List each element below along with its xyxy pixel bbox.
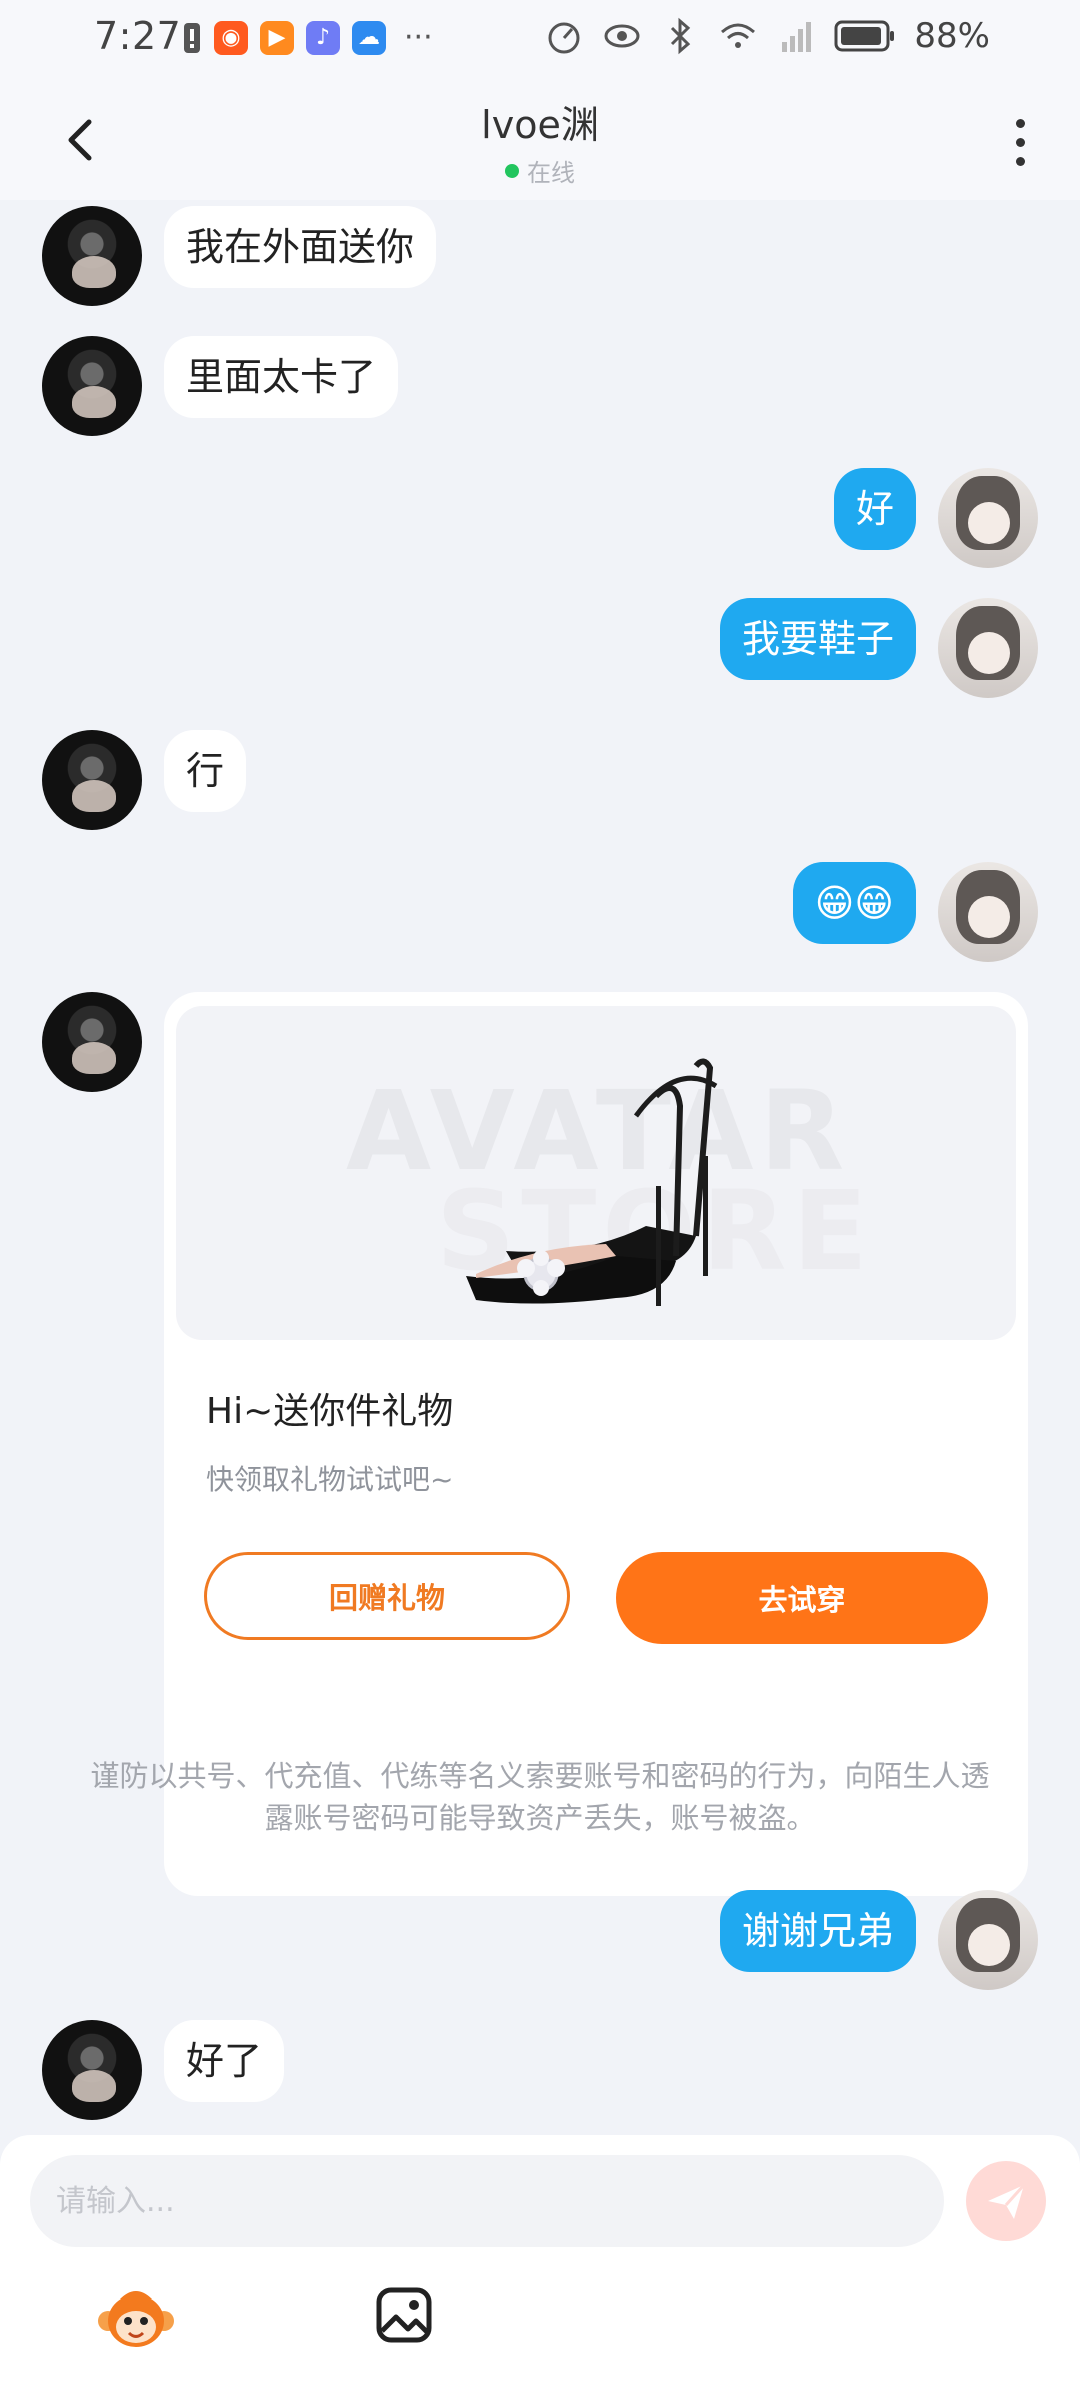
- contact-avatar[interactable]: [42, 2020, 142, 2120]
- my-avatar[interactable]: [938, 862, 1038, 962]
- status-time: 7:27: [94, 14, 182, 58]
- high-heel-shoes-image: [466, 1058, 718, 1306]
- bluetooth-icon: [671, 17, 691, 55]
- battery-icon: [834, 20, 895, 52]
- signal-icon: [782, 22, 812, 52]
- my-avatar[interactable]: [938, 468, 1038, 568]
- contact-avatar[interactable]: [42, 992, 142, 1092]
- gift-title: Hi~送你件礼物: [206, 1391, 454, 1432]
- status-bar: 7:27 ◉ ▶ ♪ ☁ ··· 88%: [0, 0, 1080, 80]
- chat-title: lvoe渊 在线: [0, 94, 1080, 188]
- send-button[interactable]: [966, 2161, 1046, 2241]
- more-dot: [1015, 118, 1025, 128]
- alert-icon: [184, 22, 200, 53]
- outgoing-message[interactable]: 😁😁: [792, 862, 916, 944]
- system-icons: 88%: [544, 16, 990, 56]
- battery-level: 88%: [914, 16, 990, 56]
- weather-app-icon: ☁: [352, 20, 386, 55]
- sticker-button[interactable]: [96, 2285, 176, 2355]
- chat-header: lvoe渊 在线: [0, 80, 1080, 200]
- return-gift-button[interactable]: 回赠礼物: [204, 1552, 570, 1640]
- video-app-icon: ▶: [260, 20, 294, 55]
- online-status: 在线: [0, 153, 1080, 188]
- incoming-message[interactable]: 好了: [164, 2020, 285, 2102]
- outgoing-message[interactable]: 好: [833, 468, 916, 550]
- outgoing-message[interactable]: 我要鞋子: [719, 598, 916, 680]
- security-warning: 谨防以共号、代充值、代练等名义索要账号和密码的行为，向陌生人透露账号密码可能导致…: [90, 1759, 990, 1835]
- message-list[interactable]: 我在外面送你 里面太卡了 好 我要鞋子 行 😁😁 AVATAR STORE: [0, 200, 1080, 2135]
- incoming-message[interactable]: 里面太卡了: [164, 336, 399, 418]
- eye-icon: [604, 24, 640, 48]
- more-dot: [1015, 137, 1025, 147]
- contact-avatar[interactable]: [42, 206, 142, 306]
- my-avatar[interactable]: [938, 1890, 1038, 1990]
- more-notifications-icon: ···: [404, 20, 433, 55]
- gift-image[interactable]: AVATAR STORE: [176, 1006, 1016, 1340]
- kuaishou-app-icon: ◉: [214, 20, 248, 55]
- monkey-mascot-icon: [98, 2291, 174, 2347]
- more-options-button[interactable]: [1000, 110, 1040, 174]
- online-dot-icon: [505, 163, 519, 178]
- my-avatar[interactable]: [938, 598, 1038, 698]
- message-input[interactable]: [30, 2155, 944, 2247]
- image-icon: [376, 2287, 432, 2343]
- contact-name: lvoe渊: [481, 103, 599, 147]
- more-dot: [1015, 156, 1025, 166]
- incoming-message[interactable]: 行: [164, 730, 247, 812]
- online-status-text: 在线: [527, 159, 575, 187]
- send-icon: [988, 2183, 1026, 2219]
- music-app-icon: ♪: [306, 20, 340, 55]
- outgoing-message[interactable]: 谢谢兄弟: [719, 1890, 916, 1972]
- try-on-button[interactable]: 去试穿: [616, 1552, 988, 1644]
- speed-icon: [548, 22, 580, 54]
- incoming-message[interactable]: 我在外面送你: [164, 206, 437, 288]
- wifi-icon: [721, 23, 756, 48]
- gift-subtitle: 快领取礼物试试吧~: [206, 1463, 454, 1496]
- contact-avatar[interactable]: [42, 730, 142, 830]
- image-button[interactable]: [374, 2285, 434, 2345]
- contact-avatar[interactable]: [42, 336, 142, 436]
- composer: [0, 2135, 1080, 2400]
- notification-icons: ◉ ▶ ♪ ☁ ···: [182, 20, 433, 55]
